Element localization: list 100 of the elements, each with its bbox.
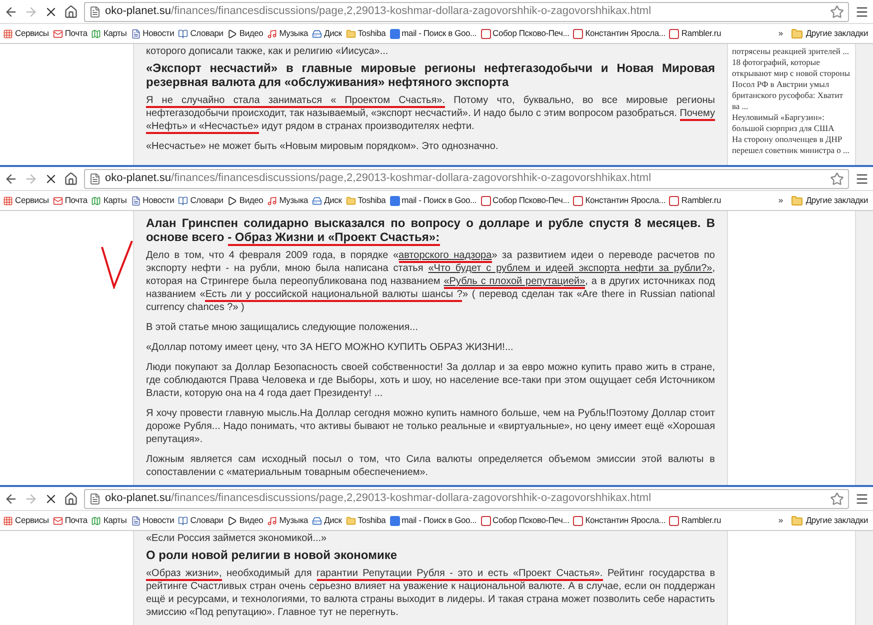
bookmark-link[interactable]: Карты <box>89 194 129 207</box>
bookmark-link[interactable]: Диск <box>310 514 344 527</box>
address-field[interactable]: oko-planet.su/finances/financesdiscussions/page,2,29013-koshmar-dollara-zagovorshhik-o-zagovorshhikax.html <box>84 168 849 188</box>
square-logo-icon <box>480 28 491 38</box>
bookmark-link[interactable]: Почта <box>50 194 90 207</box>
article-link[interactable]: «Рубль с плохой репутацией» <box>444 276 586 289</box>
bookmark-link[interactable]: Rambler.ru <box>667 514 723 527</box>
bookmark-link[interactable]: Музыка <box>265 194 310 207</box>
home-icon[interactable] <box>64 492 78 506</box>
bookmark-link[interactable]: mail - Поиск в Goo... <box>388 27 479 40</box>
map-icon <box>91 28 102 38</box>
bookmark-link[interactable]: Почта <box>50 27 90 40</box>
bookmark-link[interactable]: Видео <box>225 194 266 207</box>
scrollbar[interactable] <box>855 211 873 485</box>
page-icon <box>130 28 141 38</box>
article-paragraph: Ложным является сам исходный посыл о том, что Сила валюты определяется объемом эмиссии этой валюты в сопоставлении с «материальным товарным обеспечением». <box>146 453 715 479</box>
folder-icon <box>790 28 803 40</box>
article-link[interactable]: «Что будет с рублем и идеей экспорта нефти за рубли?» <box>428 263 712 274</box>
scrollbar[interactable] <box>855 531 873 625</box>
address-field[interactable]: oko-planet.su/finances/financesdiscussions/page,2,29013-koshmar-dollara-zagovorshhik-o-zagovorshhikax.html <box>84 2 849 22</box>
bookmark-link[interactable]: Словари <box>176 514 226 527</box>
home-icon[interactable] <box>64 172 78 186</box>
bookmark-link[interactable]: Новости <box>128 514 176 527</box>
article-heading: О роли новой религии в новой экономике <box>146 548 398 562</box>
bookmark-link[interactable]: Константин Яросла... <box>571 27 668 40</box>
bookmark-folder-link[interactable]: Другие закладки <box>786 194 872 207</box>
square-logo-icon <box>480 516 491 526</box>
bookmark-link[interactable]: Сервисы <box>1 514 51 527</box>
menu-icon[interactable] <box>855 492 869 506</box>
bookmark-link[interactable]: Видео <box>225 514 266 527</box>
article-heading: «Экспорт несчастий» в главные мировые регионы нефтегазодобычи и Новая Мировая резервная валюта для «обслуживания» нефтяного экспорта <box>146 61 715 89</box>
bookmark-link[interactable]: Новости <box>128 194 176 207</box>
apps-grid-icon <box>3 196 13 206</box>
bookmark-link[interactable]: Toshiba <box>344 27 388 40</box>
bookmark-folder-link[interactable]: Другие закладки <box>786 514 872 527</box>
page-icon <box>89 172 101 184</box>
bookmark-link[interactable]: Собор Псково-Печ... <box>478 514 572 527</box>
article-paragraph: Люди покупают за Доллар Безопасность своей собственности! За доллар и за евро можно купить право жить в стране, где соблюдаются Права Человека и где Выборы, хоть и шоу, но население все-таки при этом ощущает себя Источником Власти, которую она на 4 года дает Президенту! ... <box>146 361 715 400</box>
news-link[interactable]: Неуловимый «Баргузин»: большой сюрприз для США <box>732 112 851 134</box>
square-logo-icon <box>390 516 400 526</box>
news-link[interactable]: 18 фотографий, которые открывают мир с новой стороны <box>732 57 851 79</box>
news-link[interactable]: Посол РФ в Австрии умыл британского русофоба: Хватит ва ... <box>732 79 851 112</box>
bookmark-link[interactable]: Собор Псково-Печ... <box>478 27 572 40</box>
home-icon[interactable] <box>64 4 78 18</box>
apps-grid-icon <box>3 28 13 38</box>
bookmark-link[interactable]: Карты <box>89 514 129 527</box>
more-bookmarks-button[interactable]: » <box>774 514 787 527</box>
bookmark-link[interactable]: Словари <box>176 27 226 40</box>
bookmark-link[interactable]: Rambler.ru <box>667 27 723 40</box>
bookmark-link[interactable]: Почта <box>50 514 90 527</box>
map-icon <box>91 196 102 206</box>
bookmark-link[interactable]: Сервисы <box>1 194 51 207</box>
bookmark-link[interactable]: Музыка <box>265 27 310 40</box>
more-bookmarks-button[interactable]: » <box>774 194 787 207</box>
bookmark-link[interactable]: Словари <box>176 194 226 207</box>
star-icon[interactable] <box>830 492 844 506</box>
article-text: «Если Россия займется экономикой...» <box>146 533 328 545</box>
bookmark-link[interactable]: Диск <box>310 194 344 207</box>
back-icon[interactable] <box>4 492 18 506</box>
bookmark-link[interactable]: Rambler.ru <box>667 194 723 207</box>
bookmark-link[interactable]: Сервисы <box>1 27 51 40</box>
address-field[interactable]: oko-planet.su/finances/financesdiscussions/page,2,29013-koshmar-dollara-zagovorshhik-o-zagovorshhikax.html <box>84 488 849 508</box>
square-logo-icon <box>480 196 491 206</box>
news-link[interactable]: На сторону ополченцев в ДНР перешел советник министра о ... <box>732 134 851 156</box>
article-link[interactable]: авторского надзора <box>398 250 492 263</box>
page-icon <box>130 196 141 206</box>
bookmark-link[interactable]: Видео <box>225 27 266 40</box>
folder-icon <box>790 514 803 526</box>
bookmark-link[interactable]: mail - Поиск в Goo... <box>388 194 479 207</box>
folder-icon <box>346 28 356 38</box>
back-icon[interactable] <box>4 172 18 186</box>
bookmark-link[interactable]: Константин Яросла... <box>571 194 668 207</box>
bookmark-link[interactable]: Карты <box>89 27 129 40</box>
envelope-icon <box>52 196 63 206</box>
folder-icon <box>346 516 356 526</box>
bookmark-link[interactable]: Константин Яросла... <box>571 514 668 527</box>
page-icon <box>130 516 141 526</box>
back-icon[interactable] <box>4 4 18 18</box>
menu-icon[interactable] <box>855 172 869 186</box>
menu-icon[interactable] <box>855 4 869 18</box>
news-link[interactable]: потрясены реакцией зрителей ... <box>732 46 851 57</box>
bookmark-link[interactable]: Toshiba <box>344 194 388 207</box>
square-logo-icon <box>573 28 584 38</box>
bookmark-link[interactable]: Музыка <box>265 514 310 527</box>
bookmark-folder-link[interactable]: Другие закладки <box>786 27 872 40</box>
drive-icon <box>312 28 322 38</box>
bookmark-link[interactable]: Диск <box>310 27 344 40</box>
map-icon <box>91 516 102 526</box>
square-logo-icon <box>390 196 400 206</box>
bookmark-link[interactable]: mail - Поиск в Goo... <box>388 514 479 527</box>
more-bookmarks-button[interactable]: » <box>774 27 787 40</box>
star-icon[interactable] <box>830 172 844 186</box>
play-icon <box>227 28 238 38</box>
star-icon[interactable] <box>830 4 844 18</box>
bookmark-link[interactable]: Toshiba <box>344 514 388 527</box>
scrollbar[interactable] <box>855 44 873 165</box>
bookmark-link[interactable]: Собор Псково-Печ... <box>478 194 572 207</box>
bookmark-link[interactable]: Новости <box>128 27 176 40</box>
play-icon <box>227 516 238 526</box>
article-heading: Алан Гринспен солидарно высказался по вопросу о долларе и рубле спустя 8 месяцев. В основе всего - Образ Жизни и «Проект Счастья»: <box>146 216 715 244</box>
